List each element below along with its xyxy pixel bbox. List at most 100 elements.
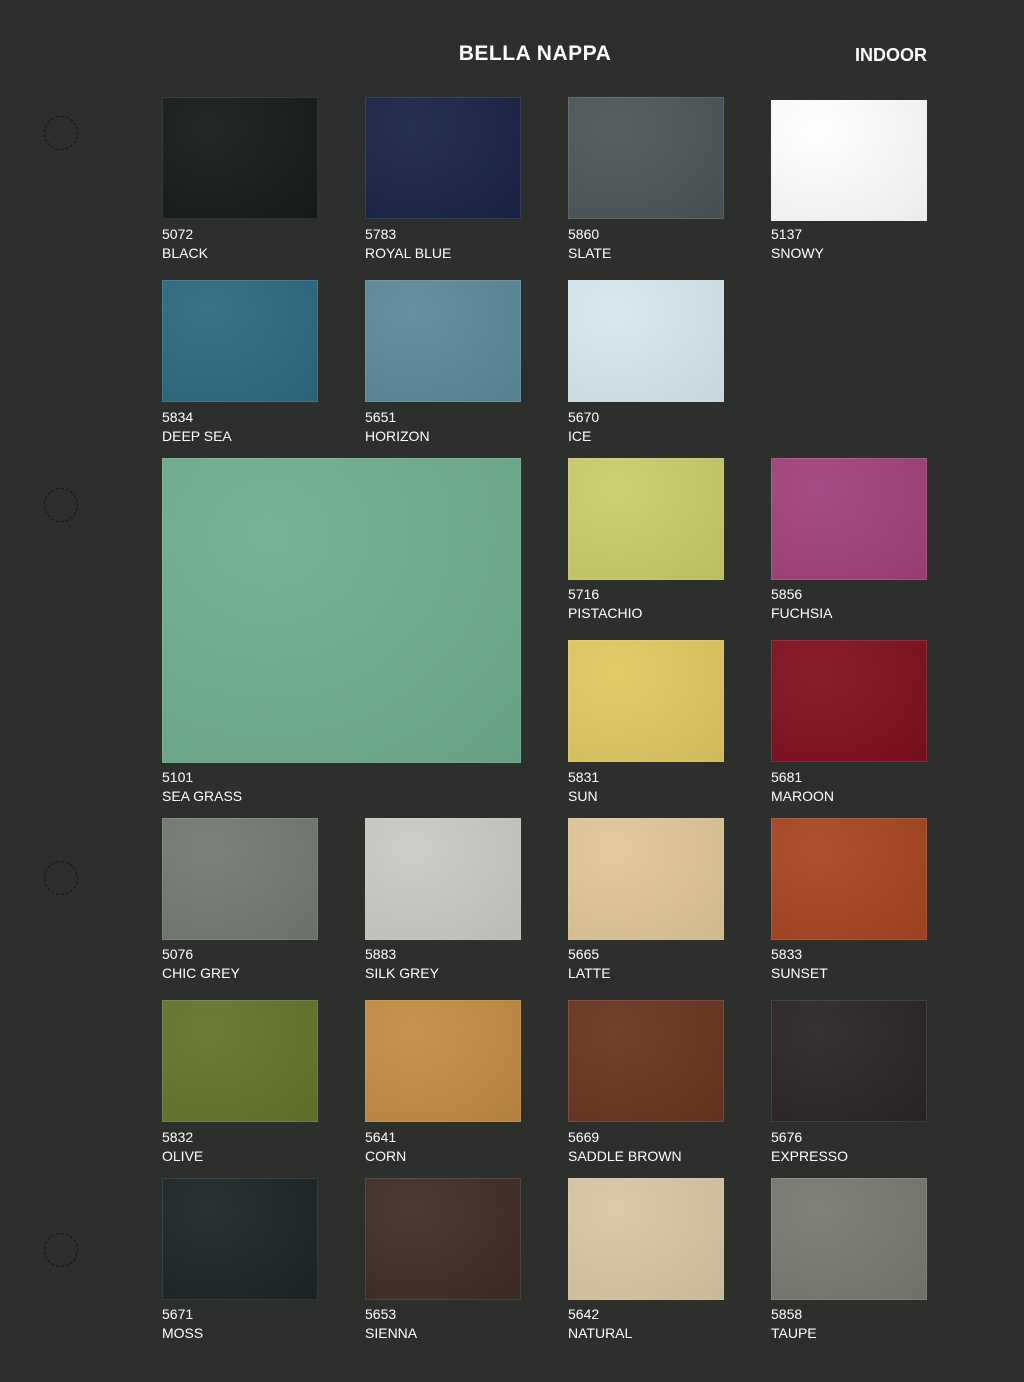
swatch-caption: 5651 HORIZON [365,408,430,446]
swatch-caption: 5101 SEA GRASS [162,768,242,806]
swatch-name: BLACK [162,245,208,261]
swatch-code: 5653 [365,1306,397,1322]
swatch-name: ROYAL BLUE [365,245,452,261]
swatch-code: 5681 [771,769,803,785]
swatch-name: MOSS [162,1325,204,1341]
swatch-corn [365,1000,521,1122]
swatch-name: SNOWY [771,245,824,261]
swatch-code: 5833 [771,946,803,962]
swatch-expresso [771,1000,927,1122]
swatch-silk-grey [365,818,521,940]
swatch-caption: 5137 SNOWY [771,225,824,263]
swatch-name: SUN [568,788,598,804]
swatch-name: FUCHSIA [771,605,833,621]
swatch-natural [568,1178,724,1300]
swatch-name: CORN [365,1148,407,1164]
swatch-name: NATURAL [568,1325,633,1341]
swatch-sea-grass [162,458,521,763]
swatch-code: 5671 [162,1306,194,1322]
swatch-olive [162,1000,318,1122]
swatch-code: 5665 [568,946,600,962]
swatch-name: SEA GRASS [162,788,243,804]
swatch-caption: 5641 CORN [365,1128,406,1166]
swatch-name: LATTE [568,965,611,981]
swatch-name: SADDLE BROWN [568,1148,682,1164]
swatch-code: 5858 [771,1306,803,1322]
swatch-name: SUNSET [771,965,828,981]
swatch-black [162,97,318,219]
swatch-slate [568,97,724,219]
swatch-caption: 5642 NATURAL [568,1305,632,1343]
swatch-code: 5651 [365,409,397,425]
swatch-chic-grey [162,818,318,940]
swatch-sun [568,640,724,762]
swatch-code: 5832 [162,1129,194,1145]
swatch-code: 5883 [365,946,397,962]
swatch-code: 5072 [162,226,194,242]
swatch-caption: 5072 BLACK [162,225,208,263]
swatch-taupe [771,1178,927,1300]
swatch-ice [568,280,724,402]
swatch-saddle-brown [568,1000,724,1122]
swatch-name: SIENNA [365,1325,418,1341]
swatch-caption: 5665 LATTE [568,945,611,983]
swatch-code: 5670 [568,409,600,425]
swatch-code: 5716 [568,586,600,602]
swatch-sienna [365,1178,521,1300]
swatch-name: SILK GREY [365,965,439,981]
swatch-name: DEEP SEA [162,428,232,444]
swatch-caption: 5670 ICE [568,408,599,446]
swatch-caption: 5716 PISTACHIO [568,585,642,623]
swatch-caption: 5858 TAUPE [771,1305,817,1343]
swatch-code: 5860 [568,226,600,242]
swatch-name: EXPRESSO [771,1148,849,1164]
swatch-code: 5669 [568,1129,600,1145]
swatch-code: 5783 [365,226,397,242]
swatch-caption: 5669 SADDLE BROWN [568,1128,682,1166]
swatch-name: SLATE [568,245,612,261]
swatch-horizon [365,280,521,402]
swatch-caption: 5653 SIENNA [365,1305,417,1343]
swatch-caption: 5076 CHIC GREY [162,945,240,983]
swatch-name: CHIC GREY [162,965,240,981]
swatch-name: TAUPE [771,1325,817,1341]
swatch-code: 5101 [162,769,194,785]
category-label: INDOOR [855,45,927,65]
swatch-name: OLIVE [162,1148,204,1164]
swatch-maroon [771,640,927,762]
swatch-caption: 5783 ROYAL BLUE [365,225,451,263]
swatch-sunset [771,818,927,940]
swatch-code: 5137 [771,226,803,242]
swatch-caption: 5856 FUCHSIA [771,585,832,623]
binder-hole [44,488,78,522]
swatch-caption: 5832 OLIVE [162,1128,203,1166]
swatch-deep-sea [162,280,318,402]
binder-hole [44,861,78,895]
swatch-moss [162,1178,318,1300]
swatch-caption: 5681 MAROON [771,768,834,806]
swatch-code: 5642 [568,1306,600,1322]
swatch-name: PISTACHIO [568,605,643,621]
swatch-caption: 5676 EXPRESSO [771,1128,848,1166]
swatch-fuchsia [771,458,927,580]
swatch-name: HORIZON [365,428,430,444]
swatch-name: ICE [568,428,592,444]
swatch-caption: 5883 SILK GREY [365,945,439,983]
swatch-name: MAROON [771,788,834,804]
swatch-caption: 5860 SLATE [568,225,611,263]
swatch-code: 5834 [162,409,194,425]
swatch-latte [568,818,724,940]
swatch-snowy [771,100,927,221]
swatch-pistachio [568,458,724,580]
swatch-code: 5831 [568,769,600,785]
swatch-caption: 5834 DEEP SEA [162,408,232,446]
swatch-caption: 5671 MOSS [162,1305,203,1343]
swatch-code: 5856 [771,586,803,602]
swatch-royal-blue [365,97,521,219]
swatch-caption: 5831 SUN [568,768,599,806]
binder-hole [44,1233,78,1267]
swatch-code: 5641 [365,1129,397,1145]
binder-hole [44,116,78,150]
swatch-caption: 5833 SUNSET [771,945,828,983]
swatch-code: 5076 [162,946,194,962]
